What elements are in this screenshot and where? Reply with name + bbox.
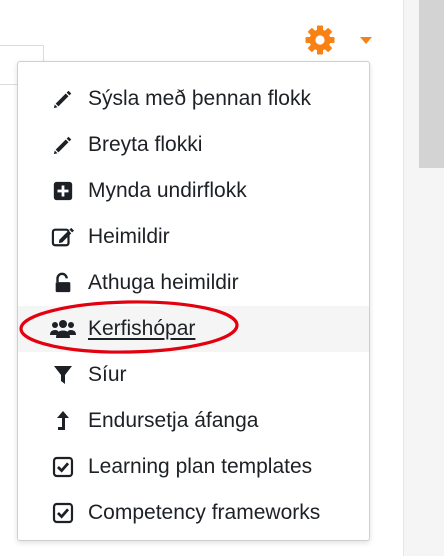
check-square-icon	[51, 501, 75, 525]
menu-item-manage-category[interactable]: Sýsla með þennan flokk	[18, 76, 369, 122]
menu-item-label: Síur	[88, 363, 127, 386]
edit-square-icon	[51, 225, 75, 249]
menu-item-label: Sýsla með þennan flokk	[88, 87, 311, 110]
menu-item-permissions[interactable]: Heimildir	[18, 214, 369, 260]
unlock-icon	[51, 271, 75, 295]
menu-item-check-permissions[interactable]: Athuga heimildir	[18, 260, 369, 306]
menu-item-label: Athuga heimildir	[88, 271, 239, 294]
menu-item-label: Learning plan templates	[88, 455, 313, 478]
caret-down-icon	[360, 37, 372, 44]
check-square-icon	[51, 455, 75, 479]
menu-item-learning-plan-templates[interactable]: Learning plan templates	[18, 444, 369, 490]
gear-dropdown-menu: Sýsla með þennan flokk Breyta flokki Myn…	[17, 61, 370, 541]
plus-square-icon	[51, 179, 75, 203]
scrollbar-track[interactable]	[403, 0, 444, 556]
gear-icon	[305, 25, 335, 55]
page: Sýsla með þennan flokk Breyta flokki Myn…	[0, 0, 444, 556]
users-icon	[49, 317, 77, 341]
menu-item-label: Breyta flokki	[88, 133, 203, 156]
menu-item-competency-frameworks[interactable]: Competency frameworks	[18, 490, 369, 536]
pencil-icon	[51, 87, 75, 111]
menu-item-label: Mynda undirflokk	[88, 179, 247, 202]
scrollbar-thumb[interactable]	[419, 0, 444, 168]
menu-item-cohorts[interactable]: Kerfishópar	[18, 306, 369, 352]
level-up-icon	[51, 409, 75, 433]
menu-item-reset-courses[interactable]: Endursetja áfanga	[18, 398, 369, 444]
menu-item-edit-category[interactable]: Breyta flokki	[18, 122, 369, 168]
menu-item-label: Competency frameworks	[88, 501, 321, 524]
menu-item-label: Heimildir	[88, 225, 170, 248]
menu-item-filters[interactable]: Síur	[18, 352, 369, 398]
gear-menu-trigger[interactable]	[300, 20, 378, 60]
menu-item-label: Endursetja áfanga	[88, 409, 259, 432]
filter-icon	[51, 363, 75, 387]
menu-item-label: Kerfishópar	[88, 317, 196, 340]
pencil-icon	[51, 133, 75, 157]
menu-item-add-subcategory[interactable]: Mynda undirflokk	[18, 168, 369, 214]
